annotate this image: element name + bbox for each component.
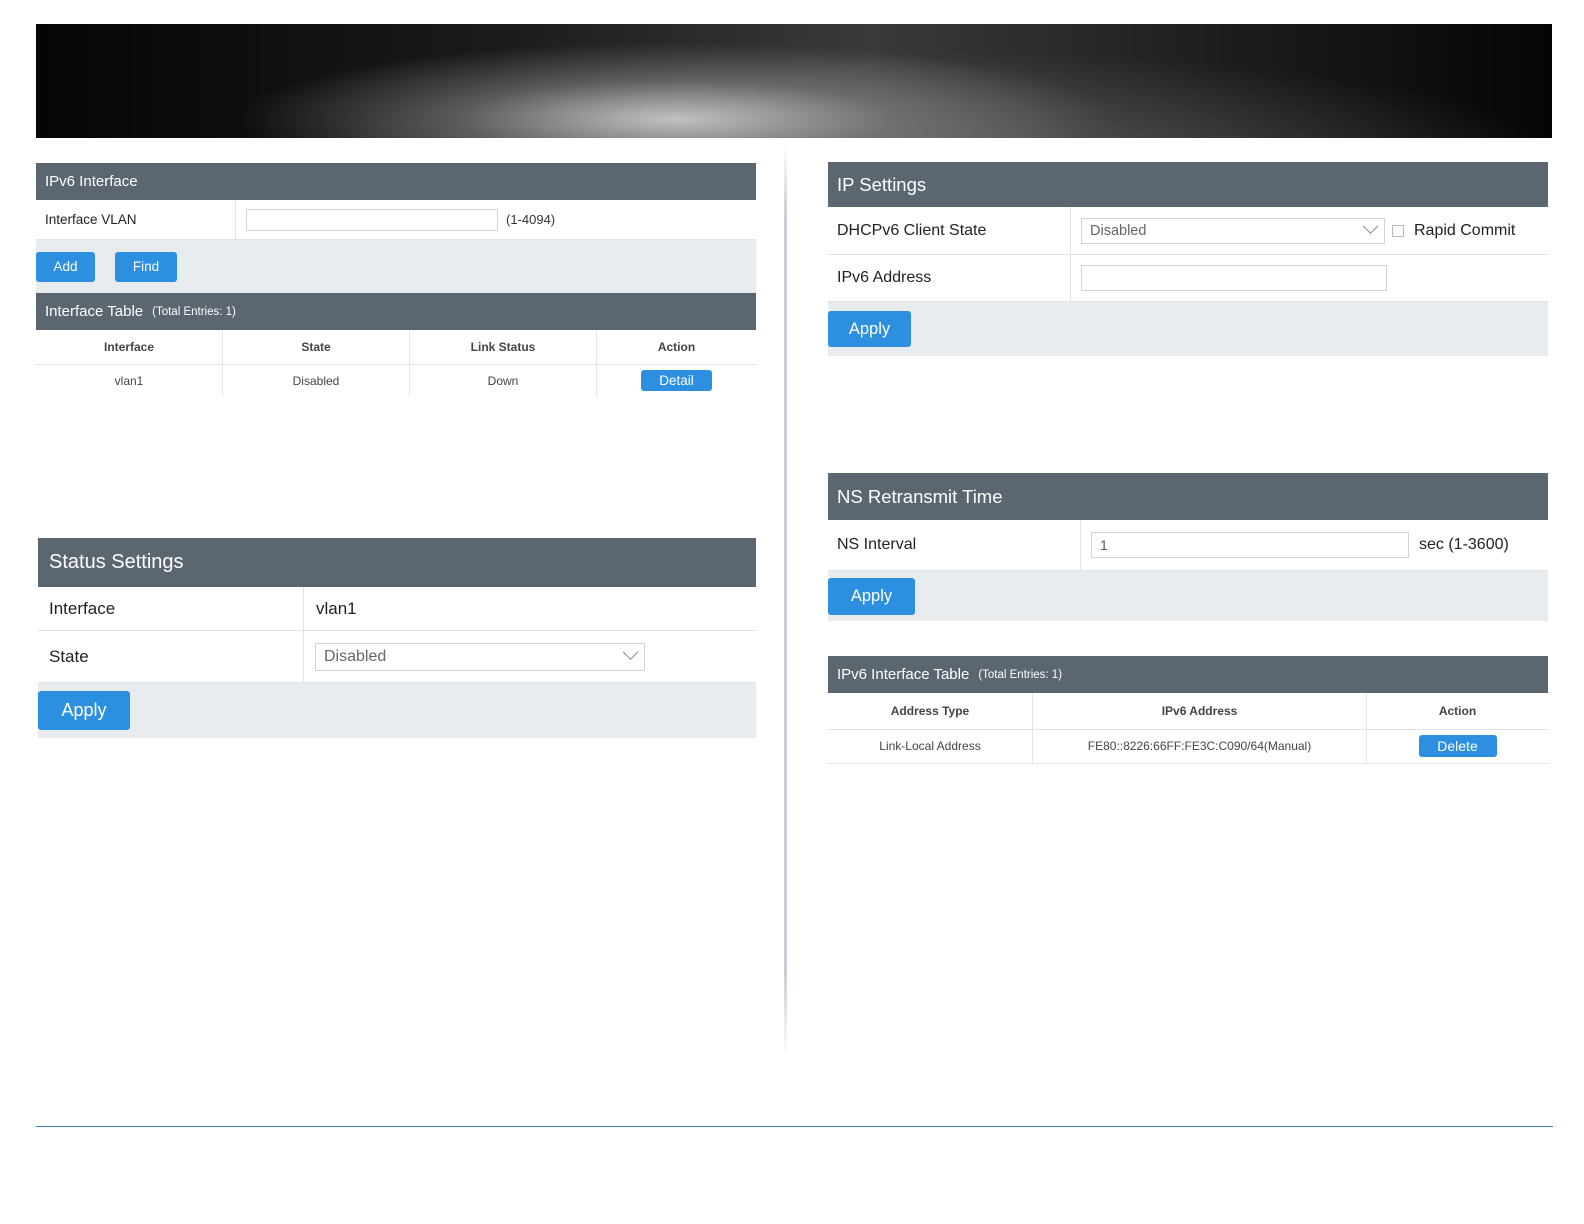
ipv6-address-cell <box>1071 255 1387 301</box>
ns-interval-unit: sec (1-3600) <box>1419 536 1509 553</box>
ip-settings-button-bar: Apply <box>828 302 1548 356</box>
ns-retransmit-header: NS Retransmit Time <box>828 473 1548 520</box>
ip-settings-panel: IP Settings DHCPv6 Client State Disabled… <box>828 162 1548 356</box>
col-ipv6-address: IPv6 Address <box>1032 693 1367 730</box>
table-row: vlan1 Disabled Down Detail <box>36 364 756 397</box>
ip-settings-title: IP Settings <box>837 173 927 195</box>
cell-state: Disabled <box>222 364 410 397</box>
status-interface-label: Interface <box>38 587 304 630</box>
status-state-select[interactable]: Disabled <box>315 642 645 671</box>
ipv6-interface-table-title: IPv6 Interface Table <box>837 666 970 683</box>
col-address-type: Address Type <box>828 693 1033 730</box>
status-apply-button[interactable]: Apply <box>38 691 130 730</box>
ipv6-address-label: IPv6 Address <box>828 255 1071 301</box>
ipv6-interface-panel: IPv6 Interface Interface VLAN (1-4094) A… <box>36 163 756 397</box>
ns-retransmit-panel: NS Retransmit Time NS Interval 1 sec (1-… <box>828 473 1548 621</box>
col-action: Action <box>596 330 756 365</box>
interface-vlan-value-cell: (1-4094) <box>236 200 555 239</box>
interface-table-head-row: Interface State Link Status Action <box>36 330 756 365</box>
find-button[interactable]: Find <box>115 251 177 282</box>
header-banner <box>36 24 1552 138</box>
dhcp-client-select[interactable]: Disabled <box>1081 217 1385 244</box>
cell-ipv6-address: FE80::8226:66FF:FE3C:C090/64(Manual) <box>1032 729 1367 763</box>
col-action: Action <box>1366 693 1548 730</box>
table-row: Link-Local Address FE80::8226:66FF:FE3C:… <box>828 729 1548 763</box>
status-settings-panel: Status Settings Interface vlan1 State Di… <box>38 538 756 738</box>
cell-address-type: Link-Local Address <box>828 729 1033 763</box>
col-interface: Interface <box>36 330 223 365</box>
column-divider <box>784 145 787 1060</box>
ipv6-interface-title: IPv6 Interface <box>45 173 138 190</box>
delete-button[interactable]: Delete <box>1418 735 1497 757</box>
ns-interval-cell: 1 sec (1-3600) <box>1081 520 1509 570</box>
ip-settings-apply-button[interactable]: Apply <box>828 311 911 347</box>
ipv6-interface-button-bar: Add Find <box>36 240 756 293</box>
ipv6-interface-table-panel: IPv6 Interface Table (Total Entries: 1) … <box>828 656 1548 764</box>
cell-link-status: Down <box>409 364 597 397</box>
status-state-row: State Disabled <box>38 631 756 683</box>
ns-interval-input[interactable]: 1 <box>1091 532 1409 558</box>
dhcp-client-row: DHCPv6 Client State Disabled Rapid Commi… <box>828 207 1548 255</box>
interface-table-header: Interface Table (Total Entries: 1) <box>36 293 756 330</box>
ipv6-address-table-head-row: Address Type IPv6 Address Action <box>828 693 1548 730</box>
ipv6-interface-table-entries: (Total Entries: 1) <box>978 668 1063 681</box>
cell-action: Delete <box>1367 729 1549 763</box>
ipv6-address-row: IPv6 Address <box>828 255 1548 302</box>
status-settings-title: Status Settings <box>49 551 184 573</box>
ns-retransmit-button-bar: Apply <box>828 571 1548 621</box>
status-state-select-value: Disabled <box>324 647 387 665</box>
interface-vlan-input[interactable] <box>246 208 498 231</box>
status-settings-header: Status Settings <box>38 538 756 587</box>
ns-apply-button[interactable]: Apply <box>828 577 915 615</box>
col-link-status: Link Status <box>409 330 597 365</box>
dhcp-client-select-value: Disabled <box>1090 222 1147 239</box>
rapid-commit-label: Rapid Commit <box>1414 221 1516 239</box>
cell-interface: vlan1 <box>36 364 223 397</box>
ipv6-address-table: Address Type IPv6 Address Action Link-Lo… <box>828 693 1548 764</box>
ipv6-interface-header: IPv6 Interface <box>36 163 756 200</box>
interface-vlan-range: (1-4094) <box>506 212 556 227</box>
ns-interval-label: NS Interval <box>828 520 1081 570</box>
interface-table-entries: (Total Entries: 1) <box>152 305 236 318</box>
chevron-down-icon <box>622 644 639 661</box>
interface-vlan-row: Interface VLAN (1-4094) <box>36 200 756 240</box>
status-interface-row: Interface vlan1 <box>38 587 756 631</box>
add-button[interactable]: Add <box>36 251 95 282</box>
footer-divider <box>36 1126 1553 1127</box>
ip-settings-header: IP Settings <box>828 162 1548 207</box>
detail-button[interactable]: Detail <box>641 370 712 392</box>
status-state-cell: Disabled <box>304 631 645 682</box>
interface-table: Interface State Link Status Action vlan1… <box>36 330 756 397</box>
ipv6-address-input[interactable] <box>1081 265 1387 291</box>
status-settings-button-bar: Apply <box>38 683 756 738</box>
col-state: State <box>222 330 410 365</box>
status-state-label: State <box>38 631 304 682</box>
status-interface-value: vlan1 <box>316 598 357 618</box>
rapid-commit-checkbox[interactable] <box>1392 224 1404 237</box>
interface-vlan-label: Interface VLAN <box>36 200 236 239</box>
dhcp-client-label: DHCPv6 Client State <box>828 207 1071 254</box>
chevron-down-icon <box>1362 218 1379 235</box>
ns-retransmit-title: NS Retransmit Time <box>837 485 1003 507</box>
ipv6-interface-table-header: IPv6 Interface Table (Total Entries: 1) <box>828 656 1548 693</box>
interface-table-title: Interface Table <box>45 303 144 320</box>
dhcp-client-cell: Disabled Rapid Commit <box>1071 207 1515 254</box>
ns-interval-row: NS Interval 1 sec (1-3600) <box>828 520 1548 571</box>
cell-action: Detail <box>597 364 757 397</box>
